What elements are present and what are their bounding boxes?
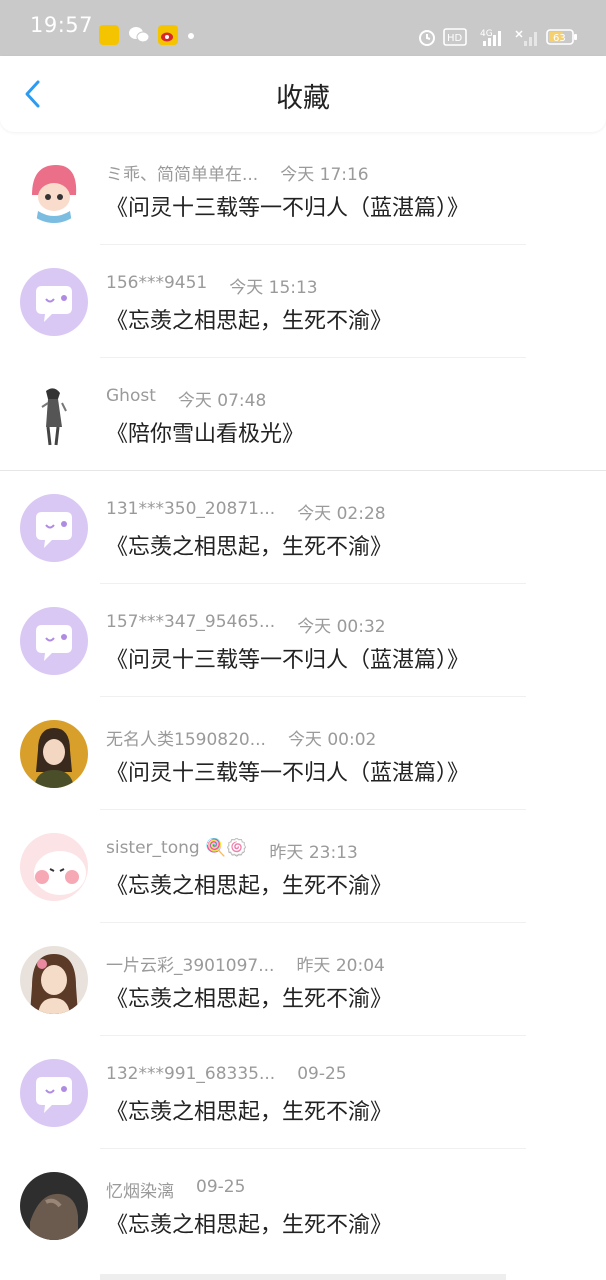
story-title[interactable]: 《陪你雪山看极光》 [106,416,304,448]
header: 收藏 [0,56,606,132]
favorite-item[interactable]: 132***991_68335... 09-25 《忘羡之相思起，生死不渝》 [0,1036,606,1149]
weibo-icon [158,25,178,45]
chat-bubble-icon [36,286,72,322]
item-meta: 156***9451 今天 15:13 [106,273,318,298]
favorite-item[interactable]: Ghost 今天 07:48 《陪你雪山看极光》 [0,358,606,471]
favorite-item[interactable]: 忆烟染漓 09-25 《忘羡之相思起，生死不渝》 [0,1149,606,1262]
status-bar: 19:57 HD 4G 63 [0,0,606,56]
app-icon-diamond [99,25,119,45]
network-label: 4G [480,29,493,39]
favorite-item[interactable]: 131***350_20871... 今天 02:28 《忘羡之相思起，生死不渝》 [0,471,606,584]
story-title[interactable]: 《问灵十三载等一不归人（蓝湛篇）》 [106,755,469,787]
favorite-item[interactable]: 无名人类1590820... 今天 00:02 《问灵十三载等一不归人（蓝湛篇）》 [0,697,606,810]
chat-bubble-icon [36,1077,72,1113]
avatar [20,1172,88,1240]
avatar [20,155,88,223]
avatar [20,833,88,901]
favorite-item[interactable]: ミ乖、简简单单在... 今天 17:16 《问灵十三载等一不归人（蓝湛篇）》 [0,132,606,245]
hd-icon: HD [443,27,467,47]
item-meta: 131***350_20871... 今天 02:28 [106,499,386,524]
timestamp: 今天 15:13 [229,278,318,298]
battery-icon: 63 [546,27,578,47]
favorite-item[interactable]: 157***347_95465... 今天 00:32 《问灵十三载等一不归人（蓝… [0,584,606,697]
avatar [20,268,88,336]
item-meta: Ghost 今天 07:48 [106,386,267,411]
story-title[interactable]: 《问灵十三载等一不归人（蓝湛篇）》 [106,190,469,222]
user-name[interactable]: 无名人类1590820... [106,725,266,750]
avatar [20,607,88,675]
favorite-item[interactable]: sister_tong 🍭🍥 昨天 23:13 《忘羡之相思起，生死不渝》 [0,810,606,923]
user-name[interactable]: Ghost [106,386,156,406]
signal-4g-icon: 4G [480,27,510,47]
user-name[interactable]: 157***347_95465... [106,612,275,632]
page-title: 收藏 [276,83,330,114]
item-meta: ミ乖、简简单单在... 今天 17:16 [106,160,369,185]
avatar [20,946,88,1014]
timestamp: 昨天 23:13 [269,843,358,863]
story-title[interactable]: 《问灵十三载等一不归人（蓝湛篇）》 [106,642,469,674]
wechat-icon [128,25,150,45]
story-title[interactable]: 《忘羡之相思起，生死不渝》 [106,981,392,1013]
story-title[interactable]: 《忘羡之相思起，生死不渝》 [106,868,392,900]
timestamp: 今天 00:02 [287,730,377,750]
timestamp: 昨天 20:04 [296,956,385,976]
item-meta: 忆烟染漓 09-25 [106,1177,246,1202]
user-name[interactable]: 131***350_20871... [106,499,275,519]
favorite-item[interactable]: 一片云彩_3901097... 昨天 20:04 《忘羡之相思起，生死不渝》 [0,923,606,1036]
item-meta: 一片云彩_3901097... 昨天 20:04 [106,951,385,976]
user-name[interactable]: 132***991_68335... [106,1064,275,1084]
battery-level: 63 [553,33,566,44]
chat-bubble-icon [36,625,72,661]
avatar [20,1059,88,1127]
favorite-item[interactable]: 156***9451 今天 15:13 《忘羡之相思起，生死不渝》 [0,245,606,358]
timestamp: 今天 02:28 [297,504,386,524]
story-title[interactable]: 《忘羡之相思起，生死不渝》 [106,529,392,561]
user-name[interactable]: 一片云彩_3901097... [106,951,274,976]
user-name[interactable]: ミ乖、简简单单在... [106,160,258,185]
status-time: 19:57 [30,13,94,37]
story-title[interactable]: 《忘羡之相思起，生死不渝》 [106,1207,392,1239]
avatar [20,720,88,788]
notification-dot [188,33,194,39]
story-title[interactable]: 《忘羡之相思起，生死不渝》 [106,1094,392,1126]
item-meta: 132***991_68335... 09-25 [106,1064,347,1088]
avatar [20,494,88,562]
alarm-icon [417,27,437,47]
item-meta: 157***347_95465... 今天 00:32 [106,612,386,637]
timestamp: 今天 07:48 [177,391,267,411]
svg-text:HD: HD [447,33,463,44]
item-meta: 无名人类1590820... 今天 00:02 [106,725,377,750]
signal-2-icon [514,27,540,47]
user-name[interactable]: sister_tong 🍭🍥 [106,838,247,858]
user-name[interactable]: 156***9451 [106,273,207,293]
timestamp: 今天 17:16 [280,165,369,185]
scroll-indicator [100,1274,506,1280]
favorites-list: ミ乖、简简单单在... 今天 17:16 《问灵十三载等一不归人（蓝湛篇）》 15… [0,132,606,1262]
item-meta: sister_tong 🍭🍥 昨天 23:13 [106,838,358,863]
user-name[interactable]: 忆烟染漓 [106,1177,174,1202]
timestamp: 09-25 [196,1177,246,1197]
avatar [20,381,88,449]
timestamp: 今天 00:32 [297,617,386,637]
timestamp: 09-25 [297,1064,347,1084]
story-title[interactable]: 《忘羡之相思起，生死不渝》 [106,303,392,335]
chat-bubble-icon [36,512,72,548]
